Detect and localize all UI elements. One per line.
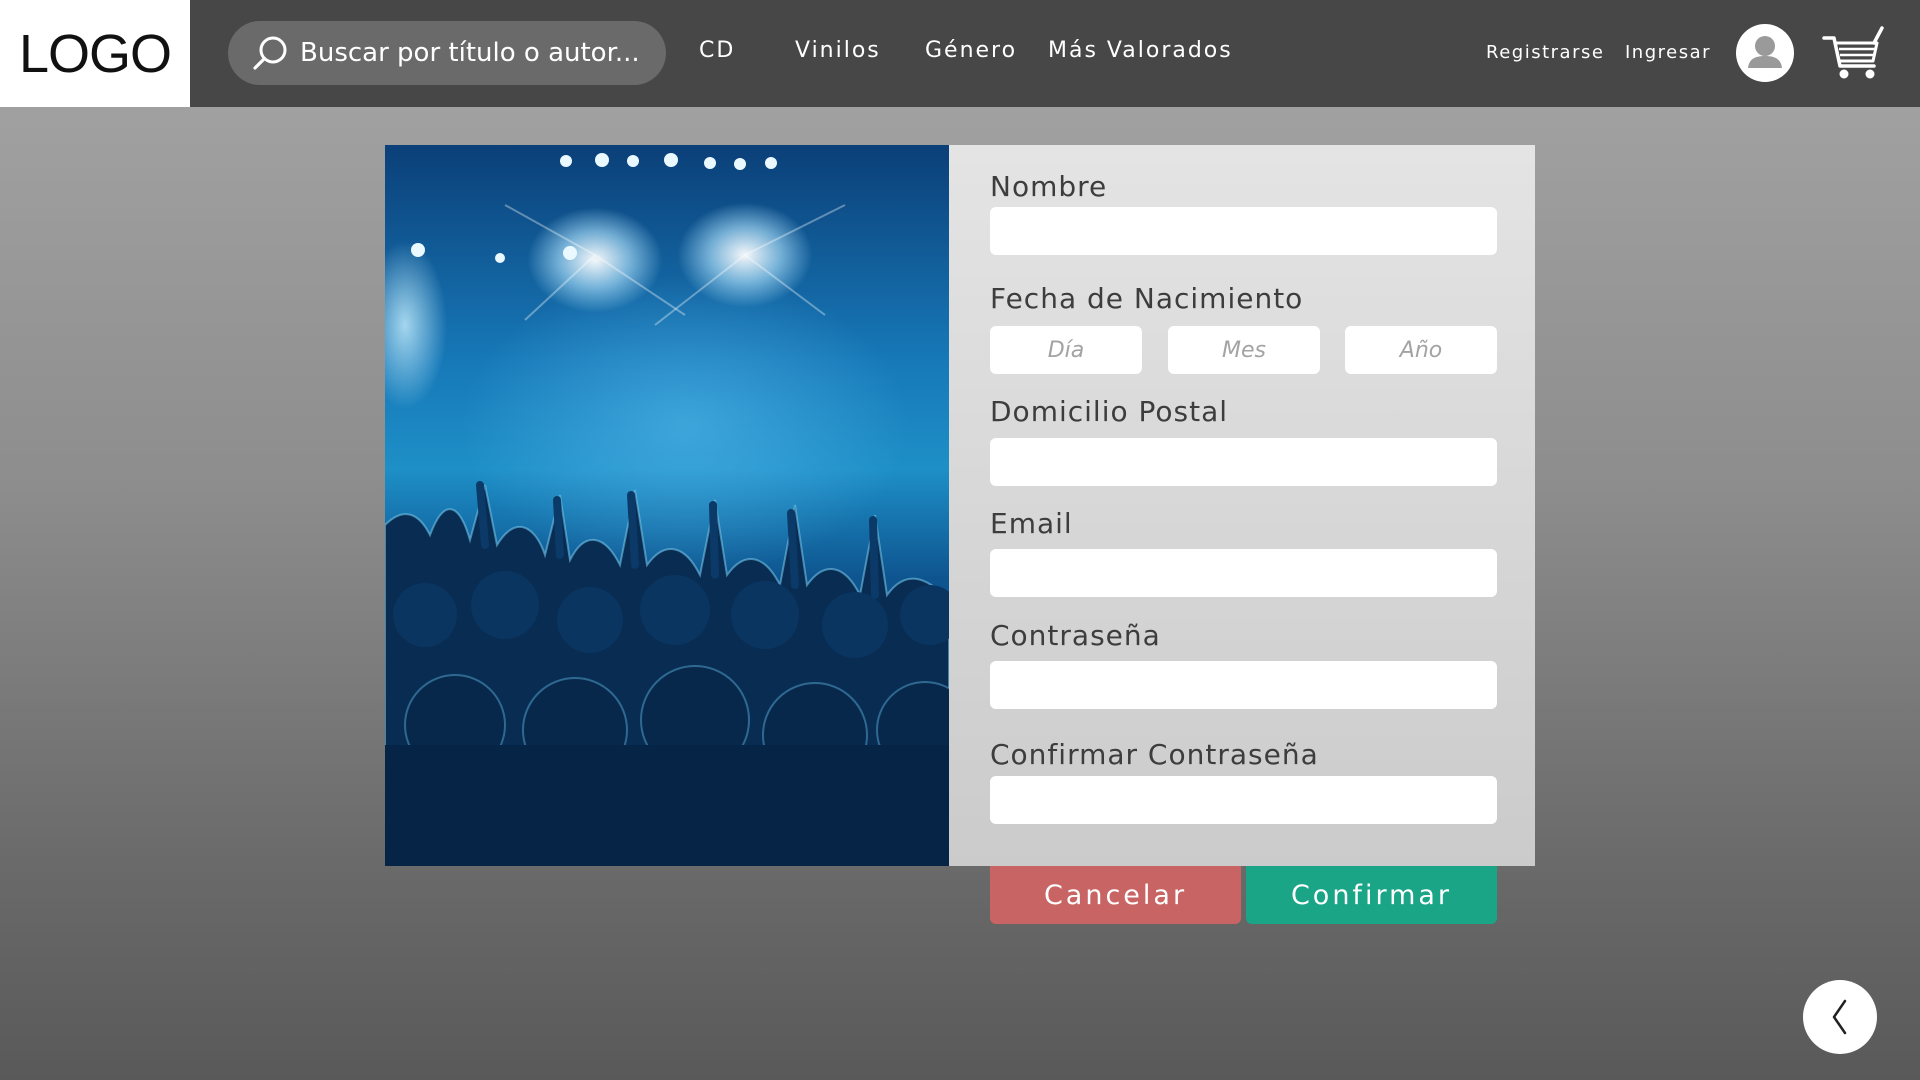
birth-month-field[interactable] (1168, 326, 1320, 374)
confirm-password-field[interactable] (990, 776, 1497, 824)
logo[interactable]: LOGO (0, 0, 190, 107)
password-label: Contraseña (990, 619, 1161, 652)
email-field[interactable] (990, 549, 1497, 597)
birthdate-label: Fecha de Nacimiento (990, 282, 1304, 315)
nav-mas-valorados[interactable]: Más Valorados (1048, 38, 1233, 63)
cancel-button[interactable]: Cancelar (990, 866, 1241, 924)
login-link[interactable]: Ingresar (1625, 42, 1711, 63)
confirm-password-label: Confirmar Contraseña (990, 738, 1319, 771)
nav-cd[interactable]: CD (699, 38, 735, 63)
avatar[interactable] (1736, 24, 1794, 82)
search-bar[interactable] (228, 21, 666, 85)
password-field[interactable] (990, 661, 1497, 709)
search-icon[interactable] (250, 33, 290, 73)
confirm-button[interactable]: Confirmar (1246, 866, 1497, 924)
top-navigation-bar: LOGO CD Vinilos Género Más Valorados Reg… (0, 0, 1920, 107)
chevron-left-icon (1832, 999, 1847, 1035)
registration-form: Nombre Fecha de Nacimiento Domicilio Pos… (949, 145, 1535, 866)
email-label: Email (990, 507, 1073, 540)
name-label: Nombre (990, 170, 1108, 203)
cart-icon[interactable] (1822, 24, 1884, 82)
nav-genero[interactable]: Género (925, 38, 1017, 63)
nav-vinilos[interactable]: Vinilos (795, 38, 881, 63)
address-field[interactable] (990, 438, 1497, 486)
name-field[interactable] (990, 207, 1497, 255)
birth-day-field[interactable] (990, 326, 1142, 374)
concert-image (385, 145, 949, 866)
birth-year-field[interactable] (1345, 326, 1497, 374)
register-link[interactable]: Registrarse (1486, 42, 1604, 63)
user-icon (1748, 36, 1782, 68)
address-label: Domicilio Postal (990, 395, 1229, 428)
back-button[interactable] (1803, 980, 1877, 1054)
concert-crowd-illustration (385, 153, 949, 866)
search-input[interactable] (298, 37, 652, 69)
